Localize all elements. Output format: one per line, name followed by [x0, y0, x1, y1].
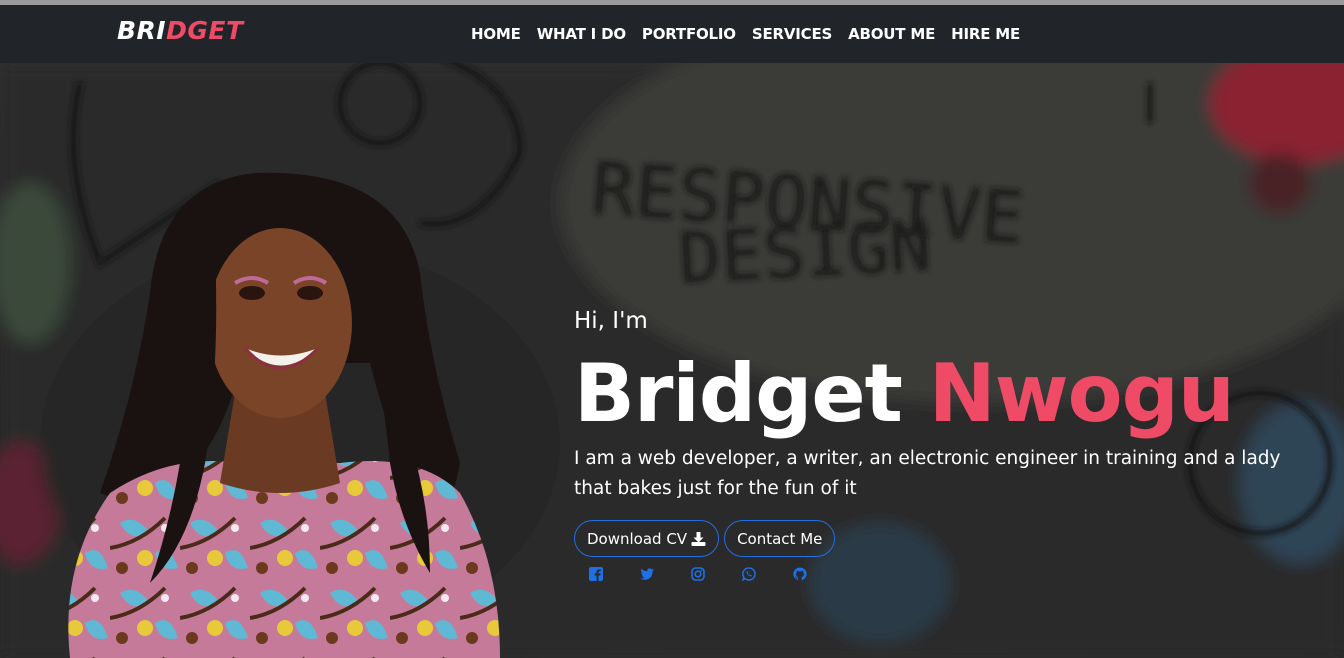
nav-item-hire-me[interactable]: HIRE ME [951, 25, 1020, 43]
hero-last-name: Nwogu [928, 347, 1235, 440]
twitter-icon[interactable] [640, 567, 654, 581]
hero-buttons: Download CV Contact Me [574, 520, 1314, 557]
hero-greeting: Hi, I'm [574, 308, 648, 334]
download-icon [691, 531, 706, 546]
navbar: BRIDGET HOME WHAT I DO PORTFOLIO SERVICE… [0, 5, 1344, 63]
nav-item-what-i-do[interactable]: WHAT I DO [537, 25, 626, 43]
download-cv-button[interactable]: Download CV [574, 520, 720, 557]
nav-item-services[interactable]: SERVICES [752, 25, 832, 43]
hero-section: RESPONSIVE DESIGN Hi, I'm Bridget Nwogu … [0, 63, 1344, 658]
nav-item-about-me[interactable]: ABOUT ME [848, 25, 935, 43]
profile-photo [68, 172, 500, 658]
hero-first-name: Bridget [574, 347, 903, 440]
github-icon[interactable] [793, 567, 807, 581]
contact-me-button[interactable]: Contact Me [724, 520, 836, 557]
brand-logo[interactable]: BRIDGET [117, 16, 244, 45]
whatsapp-icon[interactable] [742, 567, 756, 581]
facebook-icon[interactable] [589, 567, 603, 581]
nav-menu: HOME WHAT I DO PORTFOLIO SERVICES ABOUT … [471, 25, 1036, 43]
hero-bio: I am a web developer, a writer, an elect… [574, 448, 1281, 499]
background-word-2: DESIGN [677, 205, 934, 300]
hero-name: Bridget Nwogu [574, 352, 1314, 436]
nav-item-home[interactable]: HOME [471, 25, 521, 43]
nav-item-portfolio[interactable]: PORTFOLIO [642, 25, 736, 43]
contact-me-label: Contact Me [737, 529, 823, 548]
brand-part-1: BRI [117, 16, 167, 45]
social-links [574, 567, 1314, 581]
instagram-icon[interactable] [691, 567, 705, 581]
download-cv-label: Download CV [587, 529, 688, 548]
hero-text-block: Hi, I'm Bridget Nwogu I am a web develop… [574, 308, 1314, 581]
brand-part-2: DGET [166, 16, 244, 45]
